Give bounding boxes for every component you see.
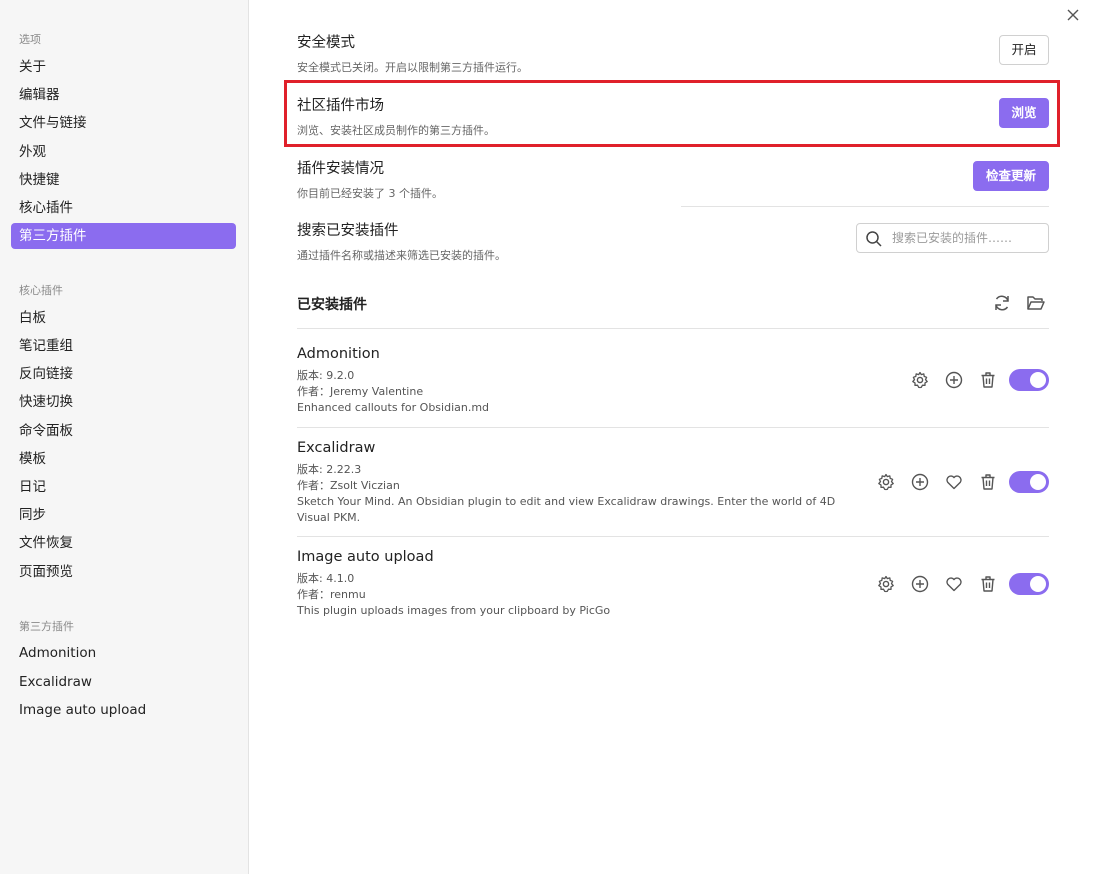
- sidebar-item-backlinks[interactable]: 反向链接: [11, 361, 236, 387]
- sidebar-item-core-plugins[interactable]: 核心插件: [11, 195, 236, 221]
- plugin-description: This plugin uploads images from your cli…: [297, 604, 611, 617]
- divider: [681, 206, 1049, 207]
- sidebar-item-daily-notes[interactable]: 日记: [11, 474, 236, 500]
- sidebar-item-image-auto-upload[interactable]: Image auto upload: [11, 697, 236, 723]
- setting-safe-mode: 安全模式 安全模式已关闭。开启以限制第三方插件运行。: [297, 31, 1049, 75]
- plugin-author: 作者：Zsolt Viczian: [297, 479, 400, 492]
- plugin-version: 版本: 4.1.0: [297, 572, 355, 585]
- heart-icon[interactable]: [944, 574, 964, 594]
- plugin-enable-toggle[interactable]: [1009, 471, 1049, 493]
- close-icon[interactable]: [1063, 7, 1083, 27]
- sidebar-item-command-palette[interactable]: 命令面板: [11, 418, 236, 444]
- gear-icon[interactable]: [876, 574, 896, 594]
- settings-sidebar: 选项 关于 编辑器 文件与链接 外观 快捷键 核心插件 第三方插件 核心插件 白…: [0, 0, 249, 874]
- plugin-version: 版本: 9.2.0: [297, 369, 355, 382]
- add-hotkey-icon[interactable]: [910, 472, 930, 492]
- sidebar-item-editor[interactable]: 编辑器: [11, 82, 236, 108]
- sidebar-item-quick-switcher[interactable]: 快速切换: [11, 389, 236, 415]
- plugin-author: 作者：Jeremy Valentine: [297, 385, 424, 398]
- plugin-item-excalidraw: Excalidraw 版本: 2.22.3 作者：Zsolt Viczian S…: [297, 440, 1049, 526]
- toggle-knob: [1030, 372, 1046, 388]
- add-hotkey-icon[interactable]: [910, 574, 930, 594]
- setting-title: 安全模式: [297, 35, 355, 51]
- open-folder-icon[interactable]: [1026, 293, 1046, 313]
- plugin-name: Image auto upload: [297, 549, 434, 565]
- plugin-version: 版本: 2.22.3: [297, 463, 362, 476]
- check-updates-button[interactable]: 检查更新: [973, 161, 1049, 191]
- sidebar-item-community-plugins[interactable]: 第三方插件: [11, 223, 236, 249]
- sidebar-item-file-recovery[interactable]: 文件恢复: [11, 530, 236, 556]
- sidebar-item-files-links[interactable]: 文件与链接: [11, 110, 236, 136]
- plugin-item-admonition: Admonition 版本: 9.2.0 作者：Jeremy Valentine…: [297, 346, 1049, 416]
- sidebar-item-excalidraw[interactable]: Excalidraw: [11, 669, 236, 695]
- highlight-box: [284, 80, 1060, 147]
- setting-description: 安全模式已关闭。开启以限制第三方插件运行。: [297, 61, 528, 74]
- trash-icon[interactable]: [978, 370, 998, 390]
- plugin-enable-toggle[interactable]: [1009, 369, 1049, 391]
- gear-icon[interactable]: [910, 370, 930, 390]
- plugin-author: 作者：renmu: [297, 588, 366, 601]
- sidebar-item-about[interactable]: 关于: [11, 54, 236, 80]
- divider: [297, 328, 1049, 329]
- plugin-description: Sketch Your Mind. An Obsidian plugin to …: [297, 495, 836, 524]
- plugin-name: Admonition: [297, 346, 380, 362]
- sidebar-item-appearance[interactable]: 外观: [11, 139, 236, 165]
- trash-icon[interactable]: [978, 574, 998, 594]
- sidebar-item-note-composer[interactable]: 笔记重组: [11, 333, 236, 359]
- plugin-name: Excalidraw: [297, 440, 376, 456]
- sidebar-group-community-plugins: 第三方插件: [19, 620, 74, 633]
- plugin-description: Enhanced callouts for Obsidian.md: [297, 401, 490, 414]
- heart-icon[interactable]: [944, 472, 964, 492]
- sidebar-item-admonition[interactable]: Admonition: [11, 640, 236, 666]
- search-installed-input[interactable]: [892, 228, 1042, 248]
- toggle-knob: [1030, 474, 1046, 490]
- setting-installed-status: 插件安装情况 你目前已经安装了 3 个插件。: [297, 157, 1049, 201]
- sidebar-item-templates[interactable]: 模板: [11, 446, 236, 472]
- plugin-enable-toggle[interactable]: [1009, 573, 1049, 595]
- reload-icon[interactable]: [992, 293, 1012, 313]
- sidebar-item-page-preview[interactable]: 页面预览: [11, 559, 236, 585]
- plugin-item-image-auto-upload: Image auto upload 版本: 4.1.0 作者：renmu Thi…: [297, 549, 1049, 619]
- toggle-knob: [1030, 576, 1046, 592]
- safe-mode-enable-button[interactable]: 开启: [999, 35, 1049, 65]
- sidebar-group-options: 选项: [19, 33, 41, 46]
- divider: [297, 536, 1049, 537]
- setting-title: 插件安装情况: [297, 161, 384, 177]
- sidebar-group-core-plugins: 核心插件: [19, 284, 63, 297]
- sidebar-item-hotkeys[interactable]: 快捷键: [11, 167, 236, 193]
- installed-plugins-heading: 已安装插件: [297, 297, 367, 313]
- divider: [297, 427, 1049, 428]
- gear-icon[interactable]: [876, 472, 896, 492]
- setting-description: 你目前已经安装了 3 个插件。: [297, 187, 443, 200]
- sidebar-item-sync[interactable]: 同步: [11, 502, 236, 528]
- search-icon: [866, 231, 882, 247]
- add-hotkey-icon[interactable]: [944, 370, 964, 390]
- search-installed-field[interactable]: [856, 223, 1049, 253]
- trash-icon[interactable]: [978, 472, 998, 492]
- sidebar-item-canvas[interactable]: 白板: [11, 305, 236, 331]
